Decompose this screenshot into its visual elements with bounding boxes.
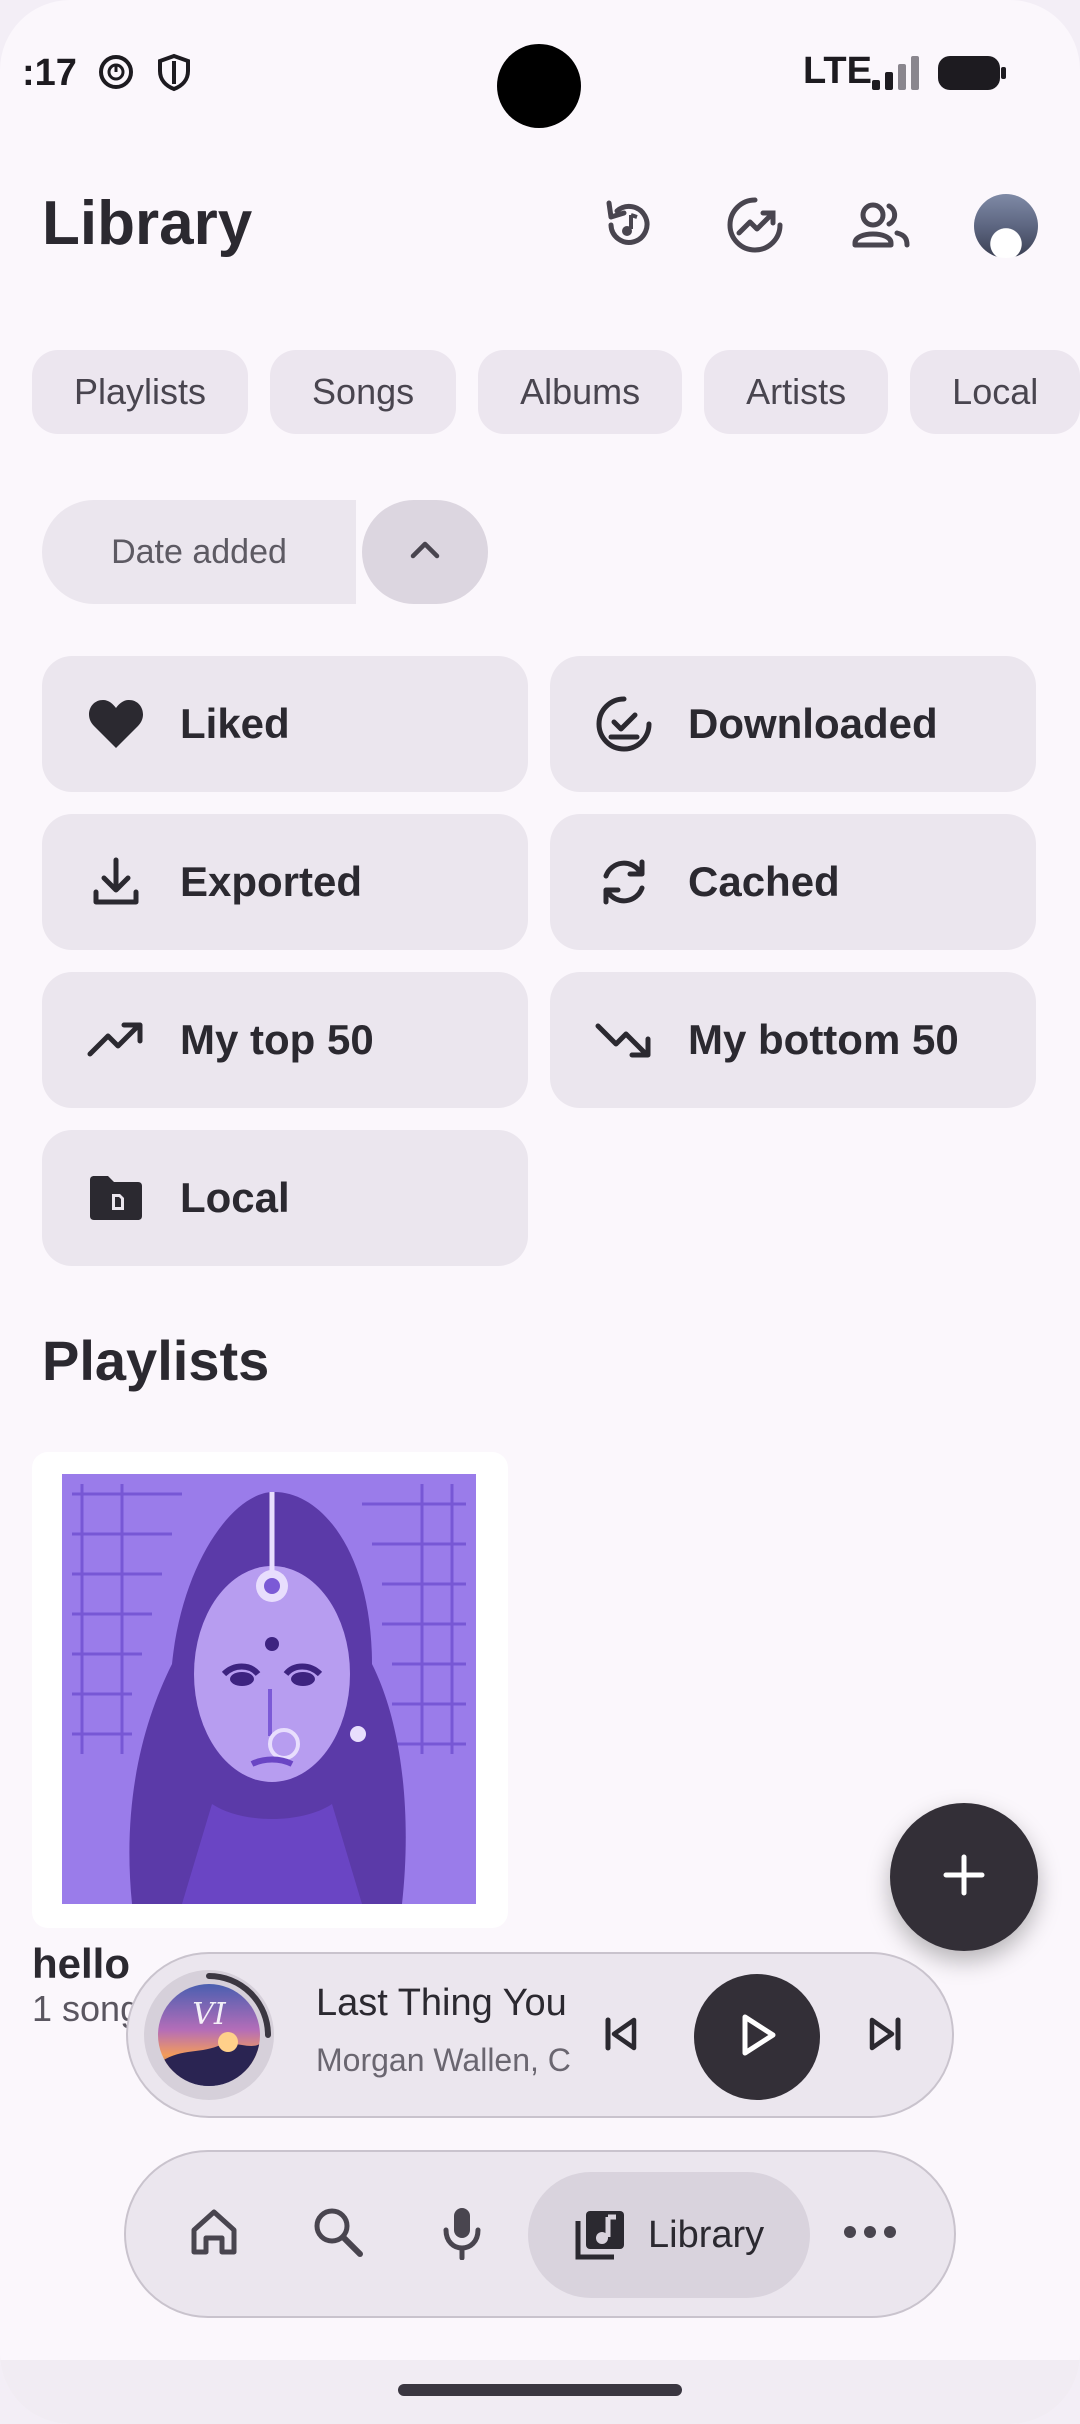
heart-icon — [86, 694, 146, 754]
track-title: Last Thing You — [316, 1982, 567, 2024]
next-track-button[interactable] — [854, 2004, 918, 2068]
bottom-navigation: Library — [124, 2150, 956, 2318]
nav-more[interactable] — [826, 2190, 914, 2278]
network-type: LTE — [803, 50, 872, 92]
playlist-artwork — [62, 1474, 476, 1904]
collection-local[interactable]: Local — [42, 1130, 528, 1266]
page-title: Library — [42, 189, 253, 258]
collection-downloaded[interactable]: Downloaded — [550, 656, 1036, 792]
music-app-status-icon — [96, 52, 136, 92]
nav-search[interactable] — [294, 2190, 382, 2278]
track-artist: Morgan Wallen, C — [316, 2042, 571, 2078]
sort-label: Date added — [111, 532, 287, 571]
collection-label: Cached — [688, 858, 840, 905]
collection-cached[interactable]: Cached — [550, 814, 1036, 950]
microphone-icon — [434, 2204, 490, 2265]
filter-chips: Playlists Songs Albums Artists Local — [32, 350, 1080, 436]
collection-liked[interactable]: Liked — [42, 656, 528, 792]
search-icon — [310, 2204, 366, 2265]
collection-label: Downloaded — [688, 700, 938, 747]
skip-previous-icon — [600, 2014, 640, 2059]
playlist-song-count: 1 song — [32, 1988, 141, 2029]
home-indicator[interactable] — [398, 2384, 682, 2396]
album-art-image: VI — [158, 1984, 260, 2086]
mini-player[interactable]: VI Last Thing You Morgan Wallen, C — [126, 1952, 954, 2118]
add-playlist-button[interactable] — [890, 1803, 1038, 1951]
nav-library[interactable]: Library — [528, 2172, 810, 2298]
playlist-name: hello — [32, 1940, 131, 1987]
play-icon — [735, 2011, 779, 2064]
playlist-card[interactable] — [32, 1452, 508, 1928]
svg-text:VI: VI — [192, 1997, 227, 2032]
more-horizontal-icon — [842, 2222, 898, 2247]
play-button[interactable] — [694, 1974, 820, 2100]
local-folder-icon — [86, 1168, 146, 1228]
collection-label: My bottom 50 — [688, 1016, 959, 1063]
nav-home[interactable] — [170, 2190, 258, 2278]
collection-my-top-50[interactable]: My top 50 — [42, 972, 528, 1108]
chip-artists[interactable]: Artists — [704, 350, 889, 434]
chevron-up-icon — [407, 538, 443, 567]
playlists-section-title: Playlists — [42, 1329, 270, 1392]
collection-label: Exported — [180, 858, 363, 905]
collection-exported[interactable]: Exported — [42, 814, 528, 950]
now-playing-artwork: VI — [144, 1970, 274, 2100]
sort-direction-button[interactable] — [362, 500, 488, 604]
export-download-icon — [86, 852, 146, 912]
sort-by-button[interactable]: Date added — [42, 500, 356, 604]
trending-down-icon — [594, 1010, 654, 1070]
signal-icon — [870, 56, 922, 92]
chip-playlists[interactable]: Playlists — [32, 350, 249, 434]
chip-albums[interactable]: Albums — [478, 350, 683, 434]
previous-track-button[interactable] — [588, 2004, 652, 2068]
collection-label: Local — [180, 1174, 290, 1221]
download-check-icon — [594, 694, 654, 754]
stats-button[interactable] — [718, 190, 792, 264]
plus-icon — [942, 1853, 986, 1902]
history-icon — [599, 195, 659, 260]
accounts-button[interactable] — [844, 190, 918, 264]
shield-status-icon — [154, 52, 194, 92]
avatar[interactable] — [974, 194, 1038, 258]
home-icon — [186, 2204, 242, 2265]
history-button[interactable] — [592, 190, 666, 264]
status-time: :17 — [22, 52, 77, 94]
chip-local[interactable]: Local — [910, 350, 1080, 434]
collection-label: My top 50 — [180, 1016, 374, 1063]
collection-label: Liked — [180, 700, 290, 747]
trending-up-icon — [86, 1010, 146, 1070]
nav-library-label: Library — [648, 2213, 765, 2256]
people-icon — [849, 195, 913, 260]
trending-circle-icon — [725, 195, 785, 260]
library-music-icon — [570, 2205, 630, 2265]
battery-icon — [938, 56, 1006, 90]
skip-next-icon — [866, 2014, 906, 2059]
nav-voice-search[interactable] — [418, 2190, 506, 2278]
cache-sync-icon — [594, 852, 654, 912]
collection-my-bottom-50[interactable]: My bottom 50 — [550, 972, 1036, 1108]
chip-songs[interactable]: Songs — [270, 350, 457, 434]
camera-cutout — [497, 44, 581, 128]
app-screen: :17 LTE Library Playlists Songs Albums A… — [0, 0, 1080, 2424]
